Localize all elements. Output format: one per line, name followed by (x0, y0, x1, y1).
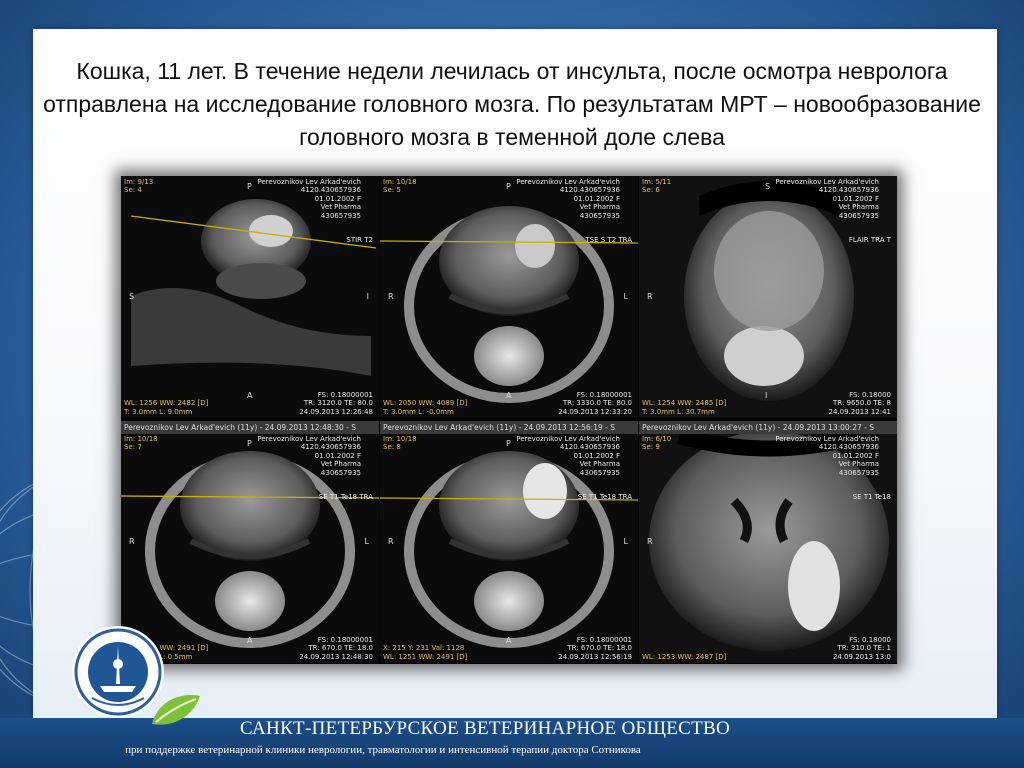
mri-series-info: Im: 10/18 Se: 5 (383, 178, 417, 195)
mri-window-info: WL: 1253 WW: 2487 [D] (642, 652, 727, 661)
orientation-left: S (129, 292, 135, 301)
orientation-bottom: I (765, 391, 768, 400)
orientation-bottom: A (247, 391, 253, 400)
mri-sequence-label: SE T1 Te18 TRA (577, 493, 632, 501)
mri-series-info: Im: 6/10 Se: 9 (642, 435, 672, 452)
mri-acquisition-info: FS: 0.18000 TR: 9650.0 TE: 8 24.09.2013 … (828, 390, 891, 416)
orientation-bottom: A (247, 636, 253, 645)
mri-panel-header: Perevoznikov Lev Arkad'evich (11y) - 24.… (639, 421, 897, 434)
orientation-left: R (388, 292, 394, 301)
orientation-top: P (247, 182, 252, 191)
mri-sequence-label: SE T1 Te18 (852, 493, 891, 501)
mri-image-grid: Im: 9/13 Se: 4 Perevoznikov Lev Arkad'evi… (121, 176, 897, 664)
orientation-bottom: A (506, 636, 512, 645)
mri-patient-info: Perevoznikov Lev Arkad'evich 4120.430657… (516, 178, 620, 220)
orientation-left: R (129, 537, 135, 546)
mri-series-info: Im: 9/13 Se: 4 (124, 178, 154, 195)
mri-series-info: Im: 5/11 Se: 6 (642, 178, 672, 195)
mri-patient-info: Perevoznikov Lev Arkad'evich 4120.430657… (257, 178, 361, 220)
mri-patient-info: Perevoznikov Lev Arkad'evich 4120.430657… (257, 435, 361, 477)
mri-acquisition-info: FS: 0.18000001 TR: 3330.0 TE: 80.0 24.09… (558, 390, 632, 416)
mri-acquisition-info: FS: 0.18000001 TR: 3120.0 TE: 80.0 24.09… (299, 390, 373, 416)
mri-panel-header: Perevoznikov Lev Arkad'evich (11y) - 24.… (121, 421, 379, 434)
orientation-bottom: A (506, 391, 512, 400)
mri-sequence-label: SE T1 Te18 TRA (318, 493, 373, 501)
orientation-right: L (623, 292, 628, 301)
mri-acquisition-info: FS: 0.18000 TR: 310.0 TE: 1 24.09.2013 1… (832, 635, 891, 661)
mri-panel[interactable]: Perevoznikov Lev Arkad'evich (11y) - 24.… (380, 421, 638, 663)
orientation-top: P (506, 439, 511, 448)
mri-acquisition-info: FS: 0.18000001 TR: 670.0 TE: 18.0 24.09.… (558, 635, 632, 661)
orientation-top: S (765, 182, 771, 191)
mri-panel[interactable]: Perevoznikov Lev Arkad'evich (11y) - 24.… (639, 421, 897, 663)
orientation-left: R (647, 292, 653, 301)
orientation-top: P (506, 182, 511, 191)
orientation-left: R (388, 537, 394, 546)
orientation-right: L (364, 537, 369, 546)
orientation-right: I (366, 292, 369, 301)
orientation-top: P (247, 439, 252, 448)
mri-panel-header: Perevoznikov Lev Arkad'evich (11y) - 24.… (380, 421, 638, 434)
mri-panel[interactable]: Im: 10/18 Se: 5 Perevoznikov Lev Arkad'ev… (380, 176, 638, 418)
mri-patient-info: Perevoznikov Lev Arkad'evich 4120.430657… (516, 435, 620, 477)
mri-acquisition-info: FS: 0.18000001 TR: 670.0 TE: 18.0 24.09.… (299, 635, 373, 661)
mri-sequence-label: FLAIR TRA T (848, 236, 891, 244)
mri-patient-info: Perevoznikov Lev Arkad'evich 4120.430657… (775, 435, 879, 477)
orientation-left: R (647, 537, 653, 546)
mri-patient-info: Perevoznikov Lev Arkad'evich 4120.430657… (775, 178, 879, 220)
mri-panel[interactable]: Im: 9/13 Se: 4 Perevoznikov Lev Arkad'evi… (121, 176, 379, 418)
mri-sequence-label: TSE S T2 TRA (585, 236, 632, 244)
mri-window-info: WL: 2050 WW: 4089 [D] T: 3.0mm L: -0.0mm (383, 399, 468, 416)
mri-window-info: X: 215 Y: 231 Val: 1128 WL: 1251 WW: 249… (383, 644, 468, 661)
leaf-icon (152, 695, 200, 725)
mri-window-info: WL: 1254 WW: 2485 [D] T: 3.0mm L: 30.7mm (642, 399, 727, 416)
support-caption: при поддержке ветеринарной клиники невро… (125, 744, 641, 756)
mri-sequence-label: STIR T2 (346, 236, 373, 244)
mri-series-info: Im: 10/18 Se: 8 (383, 435, 417, 452)
organization-name: САНКТ-ПЕТЕРБУРСКОЕ ВЕТЕРИНАРНОЕ ОБЩЕСТВО (240, 718, 730, 739)
slide-title: Кошка, 11 лет. В течение недели лечилась… (43, 58, 981, 150)
mri-panel[interactable]: Im: 5/11 Se: 6 Perevoznikov Lev Arkad'evi… (639, 176, 897, 418)
orientation-right: L (623, 537, 628, 546)
mri-window-info: WL: 1256 WW: 2482 [D] T: 3.0mm L: 9.0mm (124, 399, 209, 416)
mri-series-info: Im: 10/18 Se: 7 (124, 435, 158, 452)
